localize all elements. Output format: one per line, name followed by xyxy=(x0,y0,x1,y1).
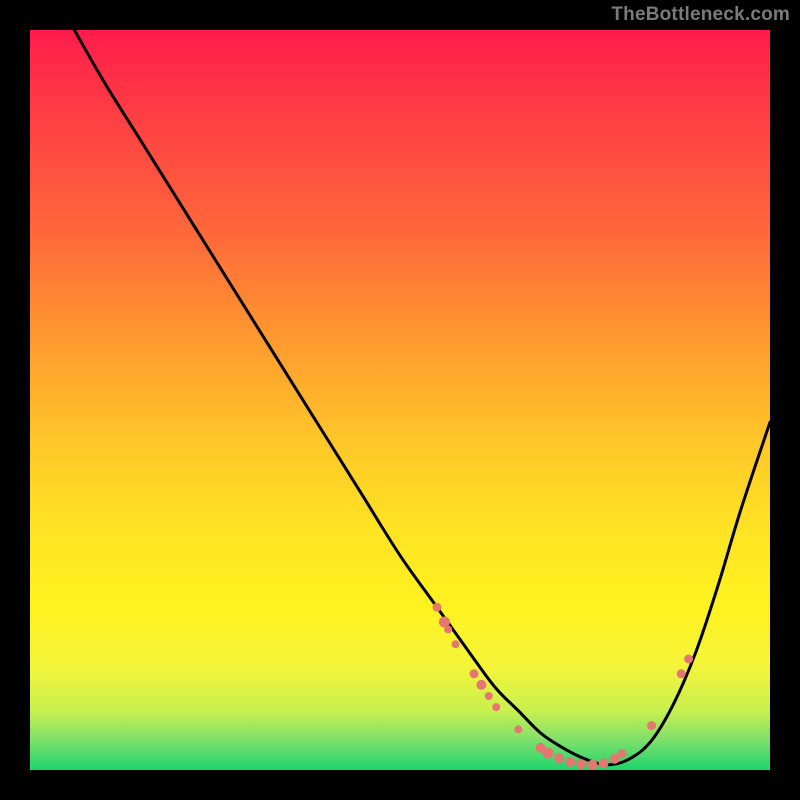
curve-marker xyxy=(599,758,609,768)
chart-frame: TheBottleneck.com xyxy=(0,0,800,800)
curve-marker xyxy=(470,669,479,678)
curve-marker xyxy=(554,753,564,763)
curve-marker xyxy=(647,721,656,730)
watermark-text: TheBottleneck.com xyxy=(611,4,790,26)
curve-marker xyxy=(485,692,493,700)
chart-svg xyxy=(30,30,770,770)
curve-marker xyxy=(565,757,575,767)
curve-marker xyxy=(576,759,586,769)
curve-marker xyxy=(444,625,452,633)
curve-marker xyxy=(684,655,693,664)
curve-marker xyxy=(677,669,686,678)
curve-markers xyxy=(433,603,694,770)
plot-area xyxy=(30,30,770,770)
bottleneck-curve xyxy=(74,30,770,765)
curve-marker xyxy=(492,703,500,711)
curve-marker xyxy=(543,748,554,759)
curve-marker xyxy=(452,640,460,648)
curve-marker xyxy=(476,680,486,690)
curve-marker xyxy=(587,760,597,770)
curve-marker xyxy=(433,603,442,612)
curve-marker xyxy=(514,725,522,733)
curve-marker xyxy=(618,749,627,758)
